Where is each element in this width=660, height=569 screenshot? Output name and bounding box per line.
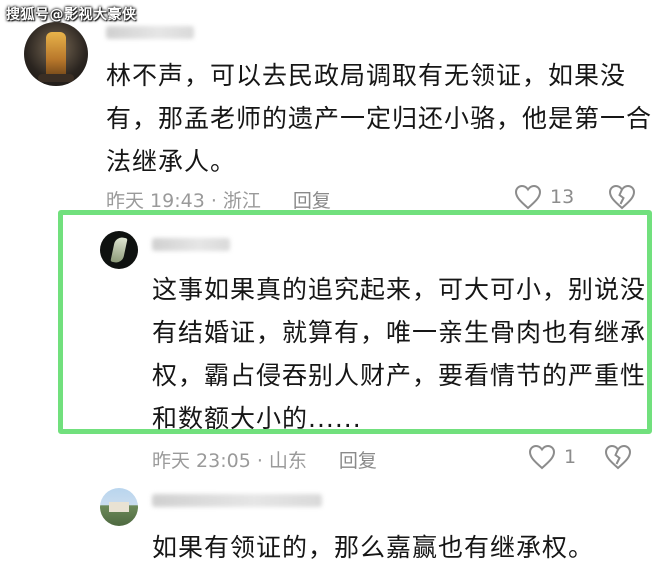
leaf-icon	[110, 236, 128, 264]
reply-button-2[interactable]: 回复	[339, 446, 377, 473]
comment-meta-1: 昨天 19:43 · 浙江 回复	[106, 186, 331, 213]
watermark: 搜狐号@影视大豪侠	[6, 7, 137, 23]
comment-2-line-1: 这事如果真的追究起来，可大可小，别说没	[152, 275, 647, 304]
commenter-avatar-2[interactable]	[100, 231, 138, 269]
like-button-1[interactable]: 13	[514, 184, 574, 210]
landscape-icon	[109, 502, 129, 512]
comment-time-2: 昨天 23:05 · 山东	[152, 450, 307, 472]
broken-heart-icon[interactable]	[608, 184, 636, 210]
comment-1-line-3: 法继承人。	[106, 147, 237, 176]
comment-1-line-2: 有，那孟老师的遗产一定归还小骆，他是第一合	[106, 104, 653, 133]
heart-icon	[528, 444, 556, 470]
commenter-avatar-3[interactable]	[100, 488, 138, 526]
reply-button-1[interactable]: 回复	[293, 186, 331, 213]
comment-3-line-1: 如果有领证的，那么嘉赢也有继承权。	[152, 533, 595, 562]
comment-text-1: 林不声，可以去民政局调取有无领证，如果没 有，那孟老师的遗产一定归还小骆，他是第…	[106, 54, 652, 183]
like-count-2: 1	[564, 446, 577, 468]
blurred-username-1	[106, 26, 194, 39]
broken-heart-icon[interactable]	[604, 444, 632, 470]
comment-text-2: 这事如果真的追究起来，可大可小，别说没 有结婚证，就算有，唯一亲生骨肉也有继承 …	[152, 268, 646, 440]
like-count-1: 13	[550, 186, 575, 208]
comment-actions-1: 13	[514, 184, 636, 210]
comment-actions-2: 1	[528, 444, 632, 470]
comment-text-3: 如果有领证的，那么嘉赢也有继承权。	[152, 526, 594, 569]
comment-2-line-3: 权，霸占侵吞别人财产，要看情节的严重性	[152, 361, 647, 390]
like-button-2[interactable]: 1	[528, 444, 576, 470]
comment-2-line-2: 有结婚证，就算有，唯一亲生骨肉也有继承	[152, 318, 647, 347]
figurine-icon	[46, 32, 66, 78]
comment-time-1: 昨天 19:43 · 浙江	[106, 190, 261, 212]
blurred-username-3	[152, 494, 322, 507]
commenter-avatar-1[interactable]	[24, 22, 88, 86]
blurred-username-2	[152, 238, 230, 251]
comment-1-line-1: 林不声，可以去民政局调取有无领证，如果没	[106, 61, 627, 90]
comment-2-line-4: 和数额大小的......	[152, 404, 362, 433]
heart-icon	[514, 184, 542, 210]
comment-meta-2: 昨天 23:05 · 山东 回复	[152, 446, 377, 473]
